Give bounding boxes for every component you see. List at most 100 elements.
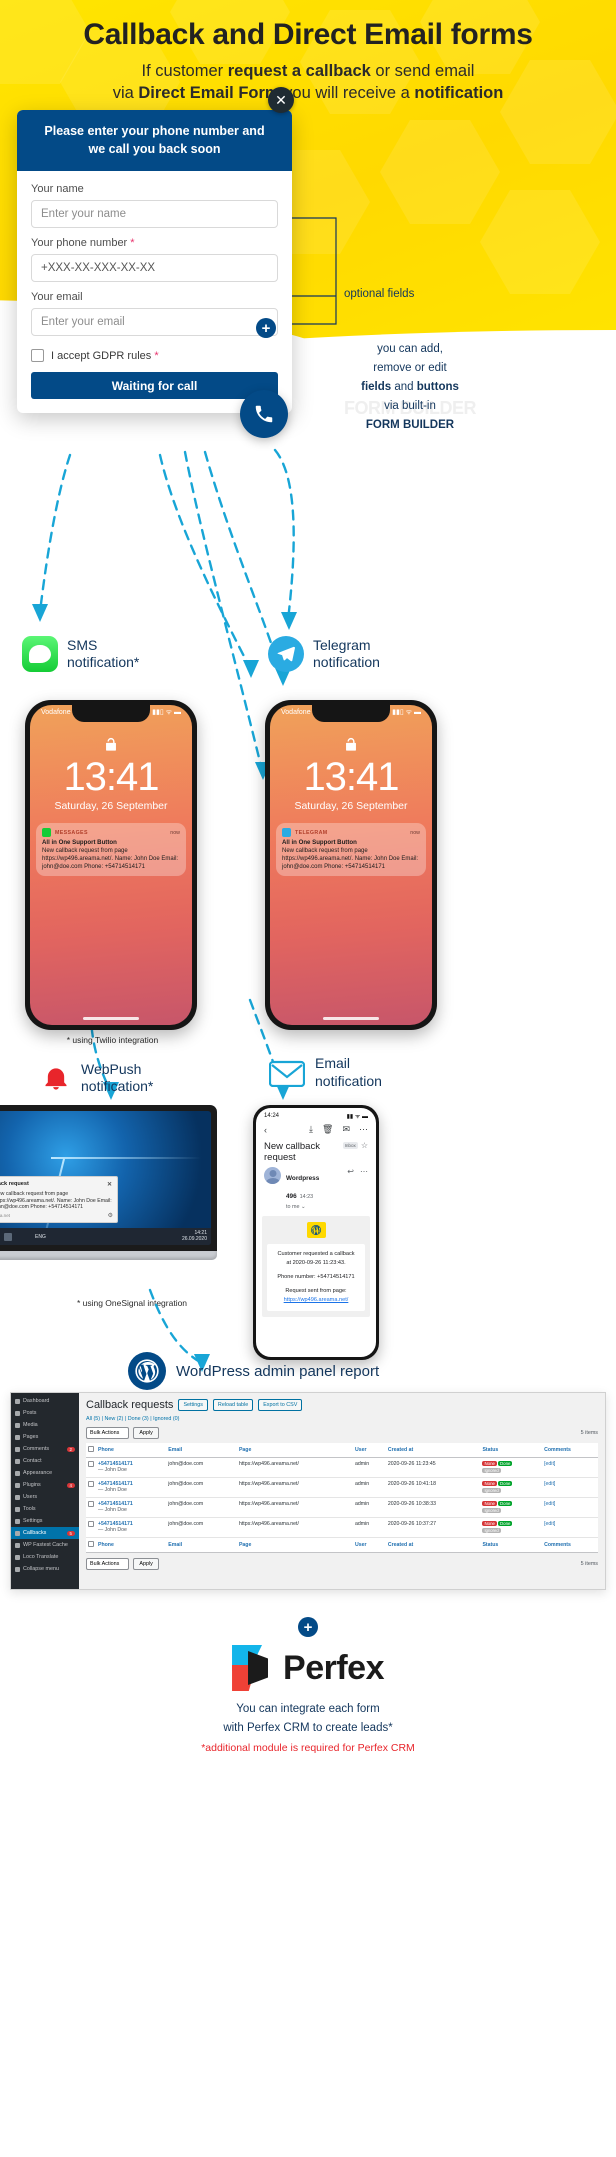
status-badge-ignored[interactable]: Ignored <box>482 1528 501 1533</box>
star-icon[interactable]: ☆ <box>361 1141 368 1150</box>
sidebar-item-tools[interactable]: Tools <box>11 1503 79 1515</box>
status-badge-done[interactable]: Done <box>497 1481 513 1486</box>
sidebar-item-pages[interactable]: Pages <box>11 1431 79 1443</box>
col-status[interactable]: Status <box>480 1443 543 1458</box>
sidebar-item-wp-fastest-cache[interactable]: WP Fastest Cache <box>11 1539 79 1551</box>
col-phone-bottom[interactable]: Phone <box>96 1537 167 1553</box>
col-email-bottom[interactable]: Email <box>166 1537 237 1553</box>
wp-sidebar[interactable]: Dashboard Posts Media Pages Comments 2 Co… <box>11 1393 79 1589</box>
submit-button[interactable]: Waiting for call <box>31 372 278 399</box>
row-checkbox[interactable] <box>88 1461 94 1467</box>
close-icon[interactable]: ✕ <box>268 87 294 113</box>
bulk-actions-select-bottom[interactable]: Bulk Actions <box>86 1558 130 1570</box>
chevron-down-icon[interactable]: ⌄ <box>301 1204 306 1210</box>
row-checkbox[interactable] <box>88 1501 94 1507</box>
select-all-cell-bottom[interactable] <box>86 1537 96 1553</box>
webpush-toast[interactable]: New callback request ✕ New callback requ… <box>0 1175 118 1223</box>
col-email[interactable]: Email <box>166 1443 237 1458</box>
sidebar-item-collapse-menu[interactable]: Collapse menu <box>11 1563 79 1575</box>
more-icon[interactable]: ⋯ <box>359 1124 368 1135</box>
row-checkbox-cell[interactable] <box>86 1477 96 1498</box>
archive-icon[interactable]: ⤓ <box>309 1124 313 1135</box>
apply-button-top[interactable]: Apply <box>133 1427 159 1439</box>
col-comments-bottom[interactable]: Comments <box>542 1537 598 1553</box>
email-toolbar[interactable]: ‹ ⤓ 🗑 ✉ ⋯ <box>256 1122 376 1138</box>
bulk-actions-select[interactable]: Bulk Actions <box>86 1427 130 1439</box>
status-badge-none[interactable]: None <box>482 1501 497 1506</box>
cell-page[interactable]: https://wp496.areama.net/ <box>236 1457 353 1478</box>
edit-link[interactable]: [edit] <box>544 1461 555 1467</box>
trash-icon[interactable]: 🗑 <box>322 1124 333 1135</box>
col-status-bottom[interactable]: Status <box>480 1537 543 1553</box>
sms-notification-card[interactable]: MESSAGES now All in One Support Button N… <box>36 823 186 877</box>
status-badge-done[interactable]: Done <box>497 1501 513 1506</box>
select-all-cell[interactable] <box>86 1443 96 1458</box>
edit-link[interactable]: [edit] <box>544 1501 555 1507</box>
status-badge-none[interactable]: None <box>482 1521 497 1526</box>
cell-page[interactable]: https://wp496.areama.net/ <box>236 1517 353 1538</box>
email-actions[interactable]: ↩ ⋯ <box>347 1167 368 1176</box>
row-checkbox-cell[interactable] <box>86 1497 96 1518</box>
col-page[interactable]: Page <box>236 1443 353 1458</box>
sidebar-item-contact[interactable]: Contact <box>11 1455 79 1467</box>
col-comments[interactable]: Comments <box>542 1443 598 1458</box>
telegram-notification-card[interactable]: TELEGRAM now All in One Support Button N… <box>276 823 426 877</box>
row-checkbox-cell[interactable] <box>86 1457 96 1478</box>
phone-call-button[interactable] <box>240 390 288 438</box>
gdpr-checkbox[interactable] <box>31 349 44 362</box>
cell-page[interactable]: https://wp496.areama.net/ <box>236 1477 353 1498</box>
apply-button-bottom[interactable]: Apply <box>133 1558 159 1570</box>
windows-taskbar[interactable]: ENG 14:21 26.09.2020 <box>0 1228 211 1245</box>
row-checkbox[interactable] <box>88 1481 94 1487</box>
more-icon[interactable]: ⋯ <box>360 1167 368 1176</box>
col-user-bottom[interactable]: User <box>352 1537 386 1553</box>
status-badge-ignored[interactable]: Ignored <box>482 1468 501 1473</box>
gear-icon[interactable]: ⚙ <box>108 1212 113 1219</box>
settings-button[interactable]: Settings <box>178 1399 208 1411</box>
status-badge-done[interactable]: Done <box>497 1521 513 1526</box>
sidebar-item-posts[interactable]: Posts <box>11 1407 79 1419</box>
sidebar-item-loco-translate[interactable]: Loco Translate <box>11 1551 79 1563</box>
reply-icon[interactable]: ↩ <box>347 1167 354 1176</box>
export-csv-button[interactable]: Export to CSV <box>258 1399 303 1411</box>
back-icon[interactable]: ‹ <box>264 1125 267 1135</box>
sidebar-item-users[interactable]: Users <box>11 1491 79 1503</box>
row-checkbox-cell[interactable] <box>86 1517 96 1538</box>
row-checkbox[interactable] <box>88 1521 94 1527</box>
email-body-link[interactable]: https://wp496.areama.net/ <box>273 1296 359 1305</box>
phone-input[interactable] <box>31 254 278 282</box>
email-recipient[interactable]: to me ⌄ <box>286 1204 342 1210</box>
cell-status: None Done Ignored <box>480 1497 543 1518</box>
col-page-bottom[interactable]: Page <box>236 1537 353 1553</box>
close-icon[interactable]: ✕ <box>107 1181 112 1188</box>
sidebar-item-media[interactable]: Media <box>11 1419 79 1431</box>
mail-unread-icon[interactable]: ✉ <box>342 1124 350 1135</box>
cell-page[interactable]: https://wp496.areama.net/ <box>236 1497 353 1518</box>
sidebar-item-comments[interactable]: Comments 2 <box>11 1443 79 1455</box>
sidebar-item-dashboard[interactable]: Dashboard <box>11 1395 79 1407</box>
edit-link[interactable]: [edit] <box>544 1481 555 1487</box>
col-created[interactable]: Created at <box>385 1443 481 1458</box>
status-badge-ignored[interactable]: Ignored <box>482 1508 501 1513</box>
taskbar-language[interactable]: ENG <box>35 1234 46 1240</box>
wp-status-filters[interactable]: All (5) | New (2) | Done (3) | Ignored (… <box>86 1416 598 1422</box>
email-input[interactable] <box>31 308 278 336</box>
select-all-checkbox[interactable] <box>88 1446 94 1452</box>
sidebar-item-appearance[interactable]: Appearance <box>11 1467 79 1479</box>
edit-link[interactable]: [edit] <box>544 1521 555 1527</box>
status-badge-none[interactable]: None <box>482 1461 497 1466</box>
status-badge-done[interactable]: Done <box>497 1461 513 1466</box>
gdpr-row[interactable]: I accept GDPR rules * <box>31 349 278 362</box>
col-user[interactable]: User <box>352 1443 386 1458</box>
reload-table-button[interactable]: Reload table <box>212 1399 254 1411</box>
select-all-checkbox-bottom[interactable] <box>88 1541 94 1547</box>
sidebar-item-plugins[interactable]: Plugins 4 <box>11 1479 79 1491</box>
sidebar-item-settings[interactable]: Settings <box>11 1515 79 1527</box>
taskbar-app-icon[interactable] <box>4 1232 12 1241</box>
sidebar-item-callbacks[interactable]: Callbacks 5 <box>11 1527 79 1539</box>
name-input[interactable] <box>31 200 278 228</box>
col-phone[interactable]: Phone <box>96 1443 167 1458</box>
col-created-bottom[interactable]: Created at <box>385 1537 481 1553</box>
status-badge-none[interactable]: None <box>482 1481 497 1486</box>
status-badge-ignored[interactable]: Ignored <box>482 1488 501 1493</box>
